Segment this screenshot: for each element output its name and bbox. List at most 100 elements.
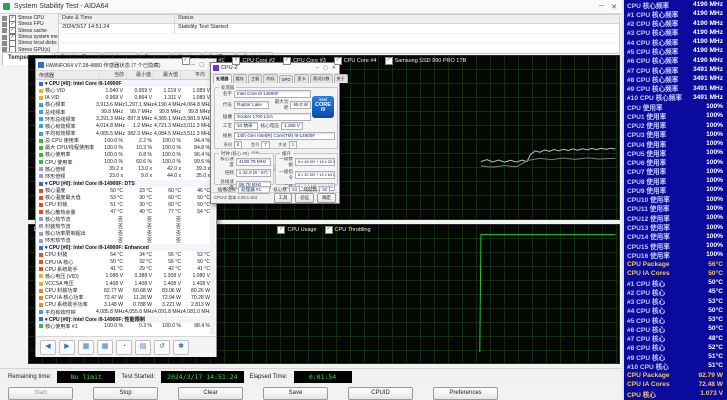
sidebar-row-cpu14: CPU14 使用率100% — [624, 232, 727, 241]
save-button[interactable]: Save — [263, 387, 328, 400]
clear-button[interactable]: Clear — [178, 387, 243, 400]
graph-top-traces — [29, 56, 619, 219]
log-date-time: 2024/3/17 14:51:24 — [59, 24, 175, 33]
sidebar-row-2-cpu: #2 CPU 核心45°C — [624, 287, 727, 296]
sidebar-row-10-cpu: #10 CPU 核心频率3491 MHz — [624, 93, 727, 102]
test-status-bar: Remaining time: No limit Test Started: 2… — [0, 368, 622, 385]
sidebar-row-cpu1: CPU1 使用率100% — [624, 111, 727, 120]
sidebar-row-cpu7: CPU7 使用率100% — [624, 167, 727, 176]
sidebar-row-value: 50°C — [708, 279, 727, 286]
checkbox-icon[interactable]: ✓ — [334, 57, 342, 65]
legend-label: Samsung SSD 990 PRO 1TB — [395, 58, 467, 64]
checkbox-icon[interactable]: ✓ — [232, 57, 240, 65]
sidebar-row-9-cpu: #9 CPU 核心频率3491 MHz — [624, 83, 727, 92]
hardware-icon — [2, 35, 7, 40]
sidebar-row-label: CPU Package — [624, 261, 670, 268]
stress-option-label: Stress cache — [18, 28, 47, 34]
column-date-time[interactable]: Date & Time — [59, 15, 175, 23]
cpuid-button[interactable]: CPUID — [348, 387, 413, 400]
trace-core-temp — [481, 158, 616, 167]
legend-item-cpu-core-1[interactable]: ✓CPU Core #1 — [182, 57, 225, 65]
sidebar-row-value: 100% — [706, 122, 727, 129]
sidebar-row-value: 56°C — [708, 261, 727, 268]
sidebar-row-cpu9: CPU9 使用率100% — [624, 185, 727, 194]
temperature-graph-legend: ✓CPU Core #1✓CPU Core #2✓CPU Core #3✓CPU… — [29, 57, 619, 65]
checkbox-icon[interactable]: ✓ — [385, 57, 393, 65]
legend-item-cpu-core-3[interactable]: ✓CPU Core #3 — [283, 57, 326, 65]
legend-item-cpu-core-2[interactable]: ✓CPU Core #2 — [232, 57, 275, 65]
sidebar-row-value: 3491 MHz — [693, 85, 727, 92]
stop-button[interactable]: Stop — [93, 387, 158, 400]
minimize-icon[interactable]: ─ — [599, 3, 604, 11]
test-started-value: 2024/3/17 14:51:24 — [161, 371, 243, 383]
title-bar[interactable]: System Stability Test - AIDA64 ─ ✕ — [0, 0, 622, 14]
sidebar-row-value: 4190 MHz — [693, 10, 727, 17]
sidebar-row-value: 51°C — [708, 353, 727, 360]
sidebar-row-cpu-package: CPU Package 56°C — [624, 259, 727, 268]
sidebar-row-value: 100% — [706, 196, 727, 203]
log-table-row[interactable]: 2024/3/17 14:51:24Stability Test Started — [59, 24, 619, 34]
elapsed-time-value: 0:01:54 — [294, 371, 352, 383]
legend-label: CPU Core #3 — [293, 58, 326, 64]
log-status: Stability Test Started — [175, 24, 619, 33]
sidebar-row-cpu13: CPU13 使用率100% — [624, 222, 727, 231]
hardware-icon — [2, 22, 7, 27]
column-status[interactable]: Status — [175, 15, 619, 23]
preferences-button[interactable]: Preferences — [433, 387, 498, 400]
sidebar-row-6-cpu: #6 CPU 核心50°C — [624, 324, 727, 333]
legend-item-cpu-usage[interactable]: ✓CPU Usage — [277, 226, 316, 234]
hardware-icon — [2, 41, 7, 46]
cpu-usage-graph-legend: ✓CPU Usage✓CPU Throttling — [29, 226, 619, 234]
checkbox-icon[interactable]: ✓ — [283, 57, 291, 65]
sidebar-row-9-cpu: #9 CPU 核心51°C — [624, 352, 727, 361]
sidebar-row-value: 4190 MHz — [693, 20, 727, 27]
checkbox-icon[interactable]: ✓ — [277, 226, 285, 234]
remaining-time-value: No limit — [57, 371, 115, 383]
temperature-graph: ✓CPU Core #1✓CPU Core #2✓CPU Core #3✓CPU… — [28, 55, 620, 220]
legend-label: CPU Core #1 — [192, 58, 225, 64]
sidebar-row-value: 100% — [706, 168, 727, 175]
stress-option-label: Stress CPU — [18, 15, 44, 21]
sidebar-row-value: 53°C — [708, 316, 727, 323]
remaining-time-label: Remaining time: — [8, 374, 51, 380]
legend-item-cpu-throttling[interactable]: ✓CPU Throttling — [325, 226, 371, 234]
sidebar-row-3-cpu: #3 CPU 核心频率4190 MHz — [624, 28, 727, 37]
sidebar-row-value: 53°C — [708, 298, 727, 305]
sidebar-row-cpu12: CPU12 使用率100% — [624, 213, 727, 222]
sidebar-row-value: 3491 MHz — [693, 66, 727, 73]
sidebar-row-value: 4190 MHz — [693, 1, 727, 8]
sidebar-row-cpu3: CPU3 使用率100% — [624, 130, 727, 139]
close-icon[interactable]: ✕ — [611, 3, 617, 11]
sidebar-row-cpu10: CPU10 使用率100% — [624, 195, 727, 204]
sidebar-row-value: 48°C — [708, 335, 727, 342]
legend-label: CPU Core #4 — [344, 58, 377, 64]
sidebar-row-value: 82.79 W — [698, 372, 727, 379]
sidebar-row-cpu: CPU 核心1.073 V — [624, 389, 727, 398]
stress-options: ✓Stress CPU✓Stress FPU✓Stress cache✓Stre… — [2, 15, 58, 52]
legend-label: CPU Throttling — [335, 227, 371, 233]
sidebar-row-3-cpu: #3 CPU 核心53°C — [624, 297, 727, 306]
sidebar-row-cpu15: CPU15 使用率100% — [624, 241, 727, 250]
checkbox-icon[interactable]: ✓ — [325, 226, 333, 234]
sidebar-row-value: 4190 MHz — [693, 47, 727, 54]
sidebar-row-value: 1.073 V — [700, 390, 727, 397]
sidebar-row-4-cpu: #4 CPU 核心50°C — [624, 306, 727, 315]
sidebar-row-value: 50°C — [708, 270, 727, 277]
sidebar-row-cpu: CPU 核心频率4190 MHz — [624, 0, 727, 9]
hardware-icon — [2, 28, 7, 33]
start-button: Start — [8, 387, 73, 400]
sidebar-row-value: 100% — [706, 251, 727, 258]
sidebar-row-value: 100% — [706, 131, 727, 138]
sidebar-row-6-cpu: #6 CPU 核心频率4190 MHz — [624, 56, 727, 65]
sidebar-row-label: CPU16 使用率 — [624, 250, 670, 260]
trace-cpu-usage — [480, 235, 616, 352]
sidebar-row-value: 51°C — [708, 362, 727, 369]
sidebar-row-value: 50°C — [708, 325, 727, 332]
sidebar-row-cpu5: CPU5 使用率100% — [624, 148, 727, 157]
legend-item-cpu-core-4[interactable]: ✓CPU Core #4 — [334, 57, 377, 65]
checkbox-icon[interactable]: ✓ — [182, 57, 190, 65]
sidebar-row-cpu-ia-cores: CPU IA Cores50°C — [624, 269, 727, 278]
legend-label: CPU Usage — [287, 227, 316, 233]
sidebar-row-value: 100% — [706, 205, 727, 212]
legend-item-samsung-ssd-990-pro-1tb[interactable]: ✓Samsung SSD 990 PRO 1TB — [385, 57, 467, 65]
